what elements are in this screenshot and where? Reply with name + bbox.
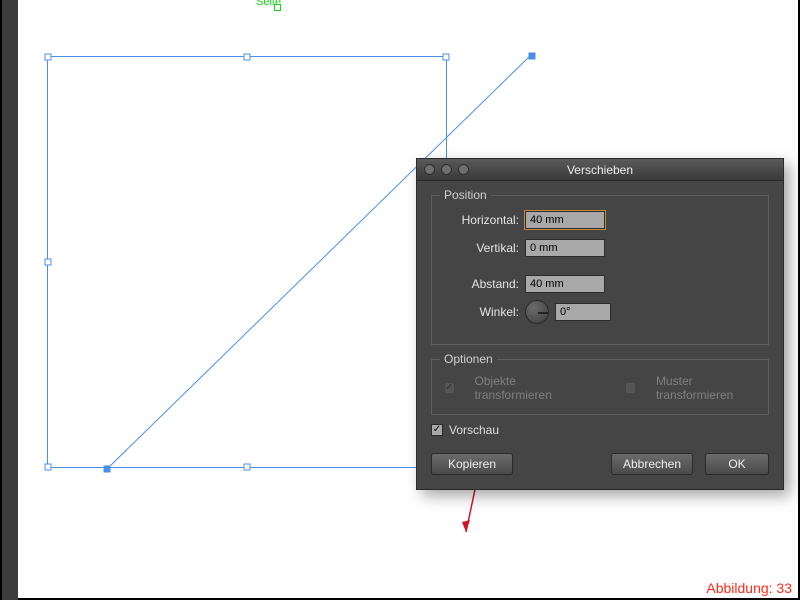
preview-label: Vorschau (449, 423, 499, 437)
copy-button[interactable]: Kopieren (431, 453, 513, 475)
transform-pattern-checkbox (625, 382, 636, 394)
cancel-button[interactable]: Abbrechen (611, 453, 693, 475)
options-group: Optionen ✓ Objekte transformieren Muster… (431, 359, 769, 415)
transform-pattern-label: Muster transformieren (656, 374, 756, 402)
preview-row[interactable]: ✓ Vorschau (431, 423, 769, 437)
minimize-icon[interactable] (441, 164, 452, 175)
figure-caption: Abbildung: 33 (706, 580, 792, 596)
ruler-strip (2, 0, 18, 600)
move-dialog: Verschieben Position Horizontal: 40 mm V… (416, 158, 784, 490)
vertical-label: Vertikal: (444, 241, 519, 255)
distance-label: Abstand: (444, 277, 519, 291)
distance-field[interactable]: 40 mm (525, 275, 605, 293)
angle-dial-icon[interactable] (525, 300, 549, 324)
preview-checkbox[interactable]: ✓ (431, 424, 443, 436)
position-group: Position Horizontal: 40 mm Vertikal: 0 m… (431, 195, 769, 345)
zoom-icon[interactable] (458, 164, 469, 175)
window-controls[interactable] (424, 164, 469, 175)
angle-field[interactable]: 0° (555, 303, 611, 321)
transform-objects-checkbox: ✓ (444, 382, 455, 394)
selection-rectangle[interactable] (47, 56, 447, 468)
close-icon[interactable] (424, 164, 435, 175)
dialog-title: Verschieben (567, 163, 633, 177)
handle-n[interactable] (244, 54, 251, 61)
transform-objects-label: Objekte transformieren (475, 374, 579, 402)
ok-button[interactable]: OK (705, 453, 769, 475)
handle-nw[interactable] (45, 54, 52, 61)
horizontal-label: Horizontal: (444, 213, 519, 227)
anchor-start[interactable] (104, 466, 111, 473)
vertical-field[interactable]: 0 mm (525, 239, 605, 257)
dialog-buttons: Kopieren Abbrechen OK (431, 453, 769, 475)
angle-label: Winkel: (444, 305, 519, 319)
horizontal-field[interactable]: 40 mm (525, 211, 605, 229)
anchor-end[interactable] (529, 53, 536, 60)
handle-s[interactable] (244, 464, 251, 471)
dialog-titlebar[interactable]: Verschieben (417, 159, 783, 181)
handle-sw[interactable] (45, 464, 52, 471)
handle-ne[interactable] (443, 54, 450, 61)
position-legend: Position (440, 188, 491, 202)
page-handle[interactable] (274, 4, 281, 11)
handle-w[interactable] (45, 259, 52, 266)
options-legend: Optionen (440, 352, 497, 366)
